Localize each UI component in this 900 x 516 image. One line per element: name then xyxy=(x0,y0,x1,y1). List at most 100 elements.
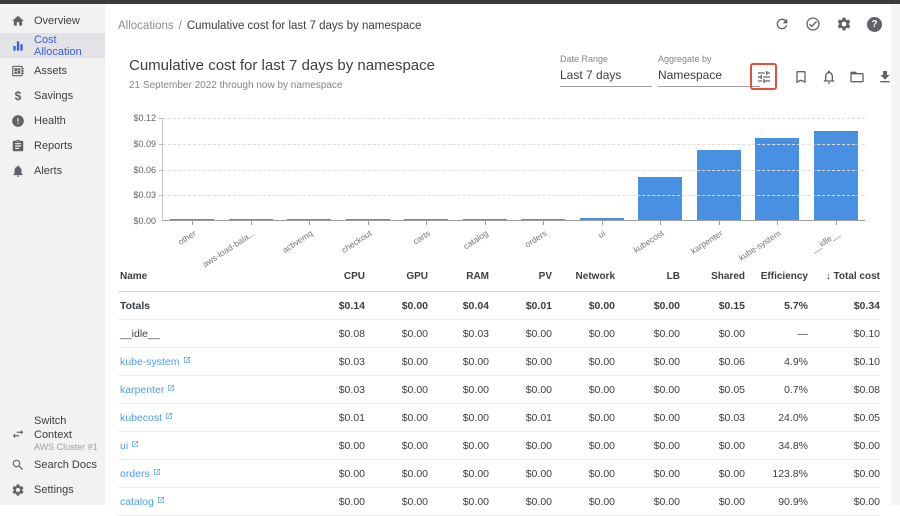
column-header-pv[interactable]: PV xyxy=(489,271,552,282)
sidebar-item-cost-allocation[interactable]: Cost Allocation xyxy=(0,33,105,58)
gridline xyxy=(163,144,865,145)
cell-gpu: $0.00 xyxy=(365,328,428,340)
switch-context-button[interactable]: Switch Context AWS Cluster #1 xyxy=(0,416,105,452)
table-row-orders[interactable]: orders$0.00$0.00$0.00$0.00$0.00$0.00$0.0… xyxy=(118,460,880,488)
cell-ram: $0.00 xyxy=(428,468,489,480)
cell-name[interactable]: orders xyxy=(118,468,305,480)
bar[interactable] xyxy=(755,138,799,220)
cell-total-cost: $0.00 xyxy=(808,440,880,452)
bar[interactable] xyxy=(697,150,741,220)
bar[interactable] xyxy=(287,219,331,220)
cell-efficiency: 123.8% xyxy=(745,468,808,480)
cell-total-cost: $0.05 xyxy=(808,412,880,424)
x-axis-label: catalog xyxy=(462,228,490,251)
cell-network: $0.00 xyxy=(552,384,615,396)
namespace-link[interactable]: kubecost xyxy=(120,412,162,424)
sidebar-item-alerts[interactable]: Alerts xyxy=(0,158,105,183)
cell-shared: $0.00 xyxy=(680,468,745,480)
cell-ram: $0.03 xyxy=(428,328,489,340)
bar[interactable] xyxy=(638,177,682,220)
help-button[interactable]: ? xyxy=(867,17,882,32)
y-tick-mark xyxy=(159,118,163,119)
namespace-link[interactable]: catalog xyxy=(120,496,154,508)
column-header-gpu[interactable]: GPU xyxy=(365,271,428,282)
table-row-kubecost[interactable]: kubecost$0.01$0.00$0.00$0.01$0.00$0.00$0… xyxy=(118,404,880,432)
open-in-new-icon xyxy=(183,356,191,368)
x-tick-mark xyxy=(836,221,837,225)
namespace-link[interactable]: karpenter xyxy=(120,384,164,396)
open-in-new-icon xyxy=(157,496,165,508)
sidebar-item-assets[interactable]: Assets xyxy=(0,58,105,83)
sidebar-item-health[interactable]: Health xyxy=(0,108,105,133)
column-header-total-cost[interactable]: ↓ Total cost xyxy=(808,271,880,282)
sidebar-item-reports[interactable]: Reports xyxy=(0,133,105,158)
table-header-row: NameCPUGPURAMPVNetworkLBSharedEfficiency… xyxy=(118,262,880,292)
refresh-button[interactable] xyxy=(774,16,790,32)
date-range-value[interactable]: Last 7 days xyxy=(560,68,652,87)
cell-name[interactable]: ui xyxy=(118,440,305,452)
cell-name[interactable]: kube-system xyxy=(118,356,305,368)
cell-pv: $0.00 xyxy=(489,384,552,396)
y-axis-tick-label: $0.03 xyxy=(133,190,156,200)
assets-board-icon xyxy=(11,64,25,78)
search-docs-button[interactable]: Search Docs xyxy=(0,452,105,477)
filters-button-highlight[interactable] xyxy=(750,63,777,90)
bar[interactable] xyxy=(521,219,565,220)
column-header-cpu[interactable]: CPU xyxy=(305,271,365,282)
namespace-link[interactable]: kube-system xyxy=(120,356,180,368)
bar[interactable] xyxy=(580,218,624,220)
cell-cpu: $0.03 xyxy=(305,356,365,368)
table-row-catalog[interactable]: catalog$0.00$0.00$0.00$0.00$0.00$0.00$0.… xyxy=(118,488,880,516)
column-header-efficiency[interactable]: Efficiency xyxy=(745,271,808,282)
cell-ram: $0.04 xyxy=(428,300,489,312)
aggregate-by-value[interactable]: Namespace xyxy=(658,68,760,87)
search-docs-label: Search Docs xyxy=(34,459,97,471)
column-header-lb[interactable]: LB xyxy=(615,271,680,282)
column-header-ram[interactable]: RAM xyxy=(428,271,489,282)
column-header-network[interactable]: Network xyxy=(552,271,615,282)
table-row-karpenter[interactable]: karpenter$0.03$0.00$0.00$0.00$0.00$0.00$… xyxy=(118,376,880,404)
y-tick-mark xyxy=(159,195,163,196)
cell-network: $0.00 xyxy=(552,300,615,312)
cell-pv: $0.01 xyxy=(489,300,552,312)
save-report-button[interactable] xyxy=(793,69,809,85)
cell-name[interactable]: catalog xyxy=(118,496,305,508)
gear-button[interactable] xyxy=(836,16,852,32)
date-range-select[interactable]: Date Range Last 7 days xyxy=(560,54,652,87)
namespace-link[interactable]: orders xyxy=(120,468,150,480)
bar[interactable] xyxy=(404,219,448,220)
breadcrumb-allocations[interactable]: Allocations xyxy=(118,20,174,32)
cell-name[interactable]: kubecost xyxy=(118,412,305,424)
x-tick-mark xyxy=(192,221,193,225)
bell-icon xyxy=(821,69,837,85)
column-header-shared[interactable]: Shared xyxy=(680,271,745,282)
sidebar-item-savings[interactable]: $ Savings xyxy=(0,83,105,108)
bar[interactable] xyxy=(170,219,214,220)
cell-efficiency: 5.7% xyxy=(745,300,808,312)
bar[interactable] xyxy=(463,219,507,220)
namespace-link[interactable]: ui xyxy=(120,440,128,452)
scrollbar[interactable] xyxy=(891,4,900,505)
table-row-kube-system[interactable]: kube-system$0.03$0.00$0.00$0.00$0.00$0.0… xyxy=(118,348,880,376)
cell-name[interactable]: karpenter xyxy=(118,384,305,396)
cell-cpu: $0.00 xyxy=(305,468,365,480)
settings-button[interactable]: Settings xyxy=(0,477,105,502)
settings-label: Settings xyxy=(34,484,74,496)
home-icon xyxy=(11,14,25,28)
sidebar-item-label: Savings xyxy=(34,90,73,102)
bar[interactable] xyxy=(346,219,390,220)
check-circle-button[interactable] xyxy=(805,16,821,32)
alerts-button[interactable] xyxy=(821,69,837,85)
sidebar-item-label: Alerts xyxy=(34,165,62,177)
aggregate-by-select[interactable]: Aggregate by Namespace xyxy=(658,54,760,87)
column-header-name[interactable]: Name xyxy=(118,271,305,282)
table-row-totals[interactable]: Totals$0.14$0.00$0.04$0.01$0.00$0.00$0.1… xyxy=(118,292,880,320)
table-row-ui[interactable]: ui$0.00$0.00$0.00$0.00$0.00$0.00$0.0034.… xyxy=(118,432,880,460)
x-tick-mark xyxy=(777,221,778,225)
sidebar-item-overview[interactable]: Overview xyxy=(0,8,105,33)
table-row-idle[interactable]: __idle__$0.08$0.00$0.03$0.00$0.00$0.00$0… xyxy=(118,320,880,348)
tune-filters-icon[interactable] xyxy=(756,69,772,85)
bar[interactable] xyxy=(229,219,273,220)
open-reports-button[interactable] xyxy=(849,69,865,85)
cell-total-cost: $0.08 xyxy=(808,384,880,396)
